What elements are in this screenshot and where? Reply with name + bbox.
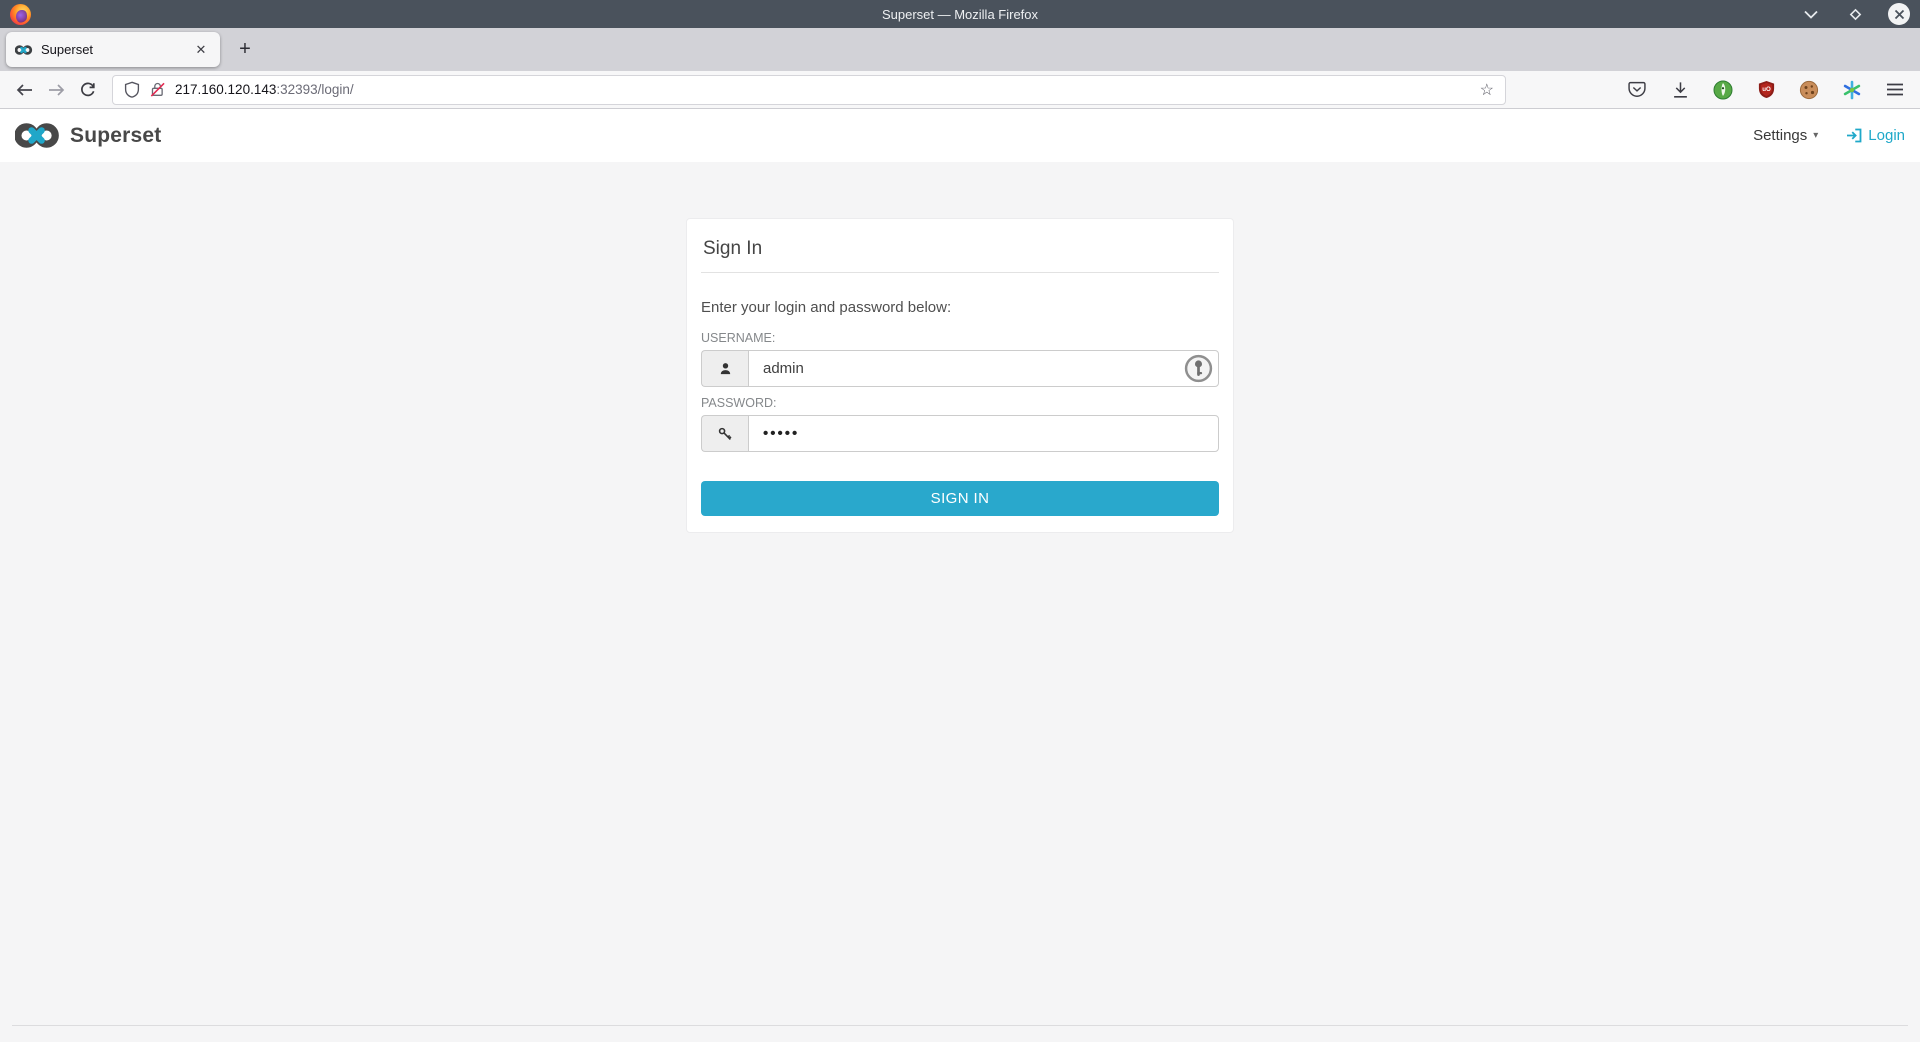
superset-brand[interactable]: Superset (15, 121, 161, 150)
sign-in-icon (1846, 128, 1863, 143)
caret-down-icon: ▾ (1813, 130, 1818, 141)
window-title: Superset — Mozilla Firefox (0, 7, 1920, 22)
panel-title: Sign In (701, 219, 1219, 273)
superset-favicon-icon (15, 44, 33, 56)
cookie-extension-button[interactable] (1794, 75, 1824, 105)
firefox-window: Superset — Mozilla Firefox S (0, 0, 1920, 1042)
reload-button[interactable] (72, 75, 104, 105)
minimize-button[interactable] (1800, 3, 1822, 25)
login-label: Login (1868, 127, 1905, 144)
insecure-lock-icon[interactable] (149, 81, 166, 98)
username-addon (701, 350, 748, 387)
tab-superset[interactable]: Superset ✕ (6, 32, 220, 67)
url-path: :32393/login/ (276, 82, 353, 97)
tracking-shield-icon[interactable] (124, 81, 140, 98)
titlebar: Superset — Mozilla Firefox (0, 0, 1920, 28)
username-label: USERNAME: (701, 331, 1219, 345)
pocket-icon (1628, 81, 1646, 98)
close-icon (1894, 9, 1905, 20)
settings-label: Settings (1753, 127, 1807, 144)
superset-logo-icon (15, 121, 61, 150)
page-content: Sign In Enter your login and password be… (0, 162, 1920, 1042)
sign-in-form: Enter your login and password below: USE… (701, 273, 1219, 516)
hamburger-menu-icon (1887, 83, 1903, 96)
username-group (701, 350, 1219, 387)
new-tab-button[interactable]: + (230, 34, 260, 64)
password-group (701, 415, 1219, 452)
ublock-origin-extension-button[interactable]: uO (1751, 75, 1781, 105)
pocket-button[interactable] (1622, 75, 1652, 105)
bookmark-star-icon[interactable]: ☆ (1480, 80, 1494, 100)
downloads-button[interactable] (1665, 75, 1695, 105)
back-arrow-icon (16, 83, 33, 97)
url-host: 217.160.120.143 (175, 82, 276, 97)
chevron-down-icon (1804, 10, 1818, 19)
navbar-right: Settings ▾ Login (1753, 127, 1905, 144)
tab-close-icon[interactable]: ✕ (191, 40, 211, 60)
url-text: 217.160.120.143:32393/login/ (175, 82, 354, 97)
brand-title: Superset (70, 124, 161, 148)
window-controls (1800, 3, 1910, 25)
cookie-icon (1799, 80, 1819, 100)
superset-navbar: Superset Settings ▾ Login (0, 109, 1920, 162)
login-link[interactable]: Login (1846, 127, 1905, 144)
password-manager-icon[interactable] (1184, 354, 1213, 383)
tab-strip: Superset ✕ + (0, 28, 1920, 71)
forward-arrow-icon (48, 83, 65, 97)
user-icon (718, 361, 733, 376)
svg-text:uO: uO (1762, 86, 1771, 93)
back-button[interactable] (8, 75, 40, 105)
privacy-badger-icon (1713, 80, 1733, 100)
sign-in-panel: Sign In Enter your login and password be… (686, 218, 1234, 533)
pinwheel-asterisk-icon (1842, 80, 1862, 100)
key-icon (717, 426, 733, 442)
url-bar[interactable]: 217.160.120.143:32393/login/ ☆ (112, 75, 1506, 105)
password-label: PASSWORD: (701, 396, 1219, 410)
maximize-button[interactable] (1844, 3, 1866, 25)
toolbar-extensions: uO (1622, 75, 1910, 105)
firefox-logo-icon (10, 4, 31, 25)
diamond-icon (1849, 8, 1862, 21)
pinwheel-extension-button[interactable] (1837, 75, 1867, 105)
sign-in-button[interactable]: SIGN IN (701, 481, 1219, 516)
page-footer (12, 1025, 1908, 1042)
password-input[interactable] (748, 415, 1219, 452)
navigation-toolbar: 217.160.120.143:32393/login/ ☆ (0, 71, 1920, 109)
password-addon (701, 415, 748, 452)
ublock-origin-icon: uO (1757, 80, 1776, 99)
privacy-badger-extension-button[interactable] (1708, 75, 1738, 105)
reload-icon (80, 82, 96, 98)
settings-menu[interactable]: Settings ▾ (1753, 127, 1818, 144)
menu-button[interactable] (1880, 75, 1910, 105)
close-button[interactable] (1888, 3, 1910, 25)
download-icon (1672, 81, 1689, 99)
username-input[interactable] (748, 350, 1219, 387)
tab-title: Superset (41, 42, 183, 57)
form-intro-text: Enter your login and password below: (701, 299, 1219, 316)
forward-button[interactable] (40, 75, 72, 105)
